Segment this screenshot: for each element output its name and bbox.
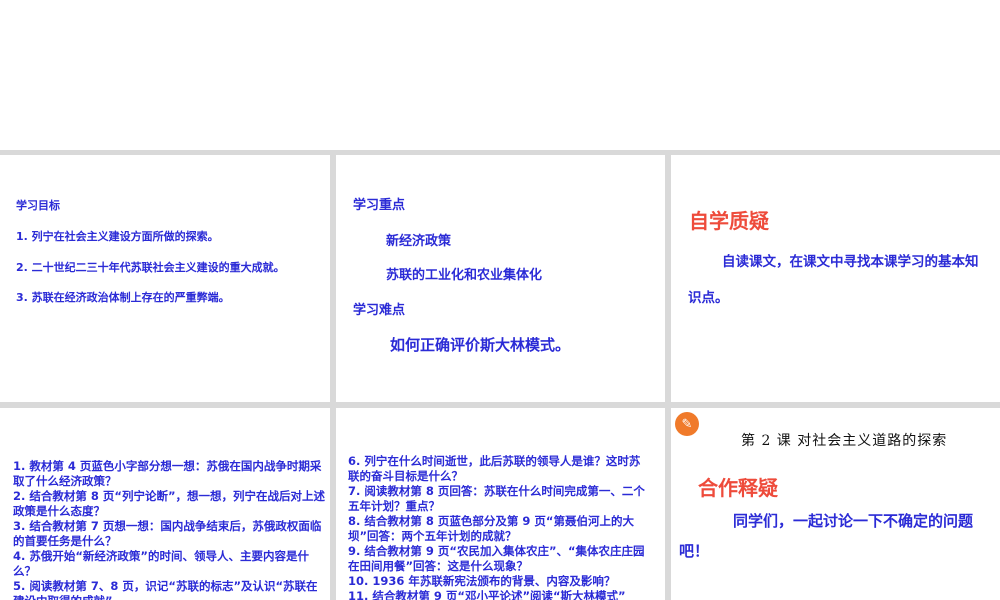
objectives-heading: 学习目标 xyxy=(16,199,60,212)
question-item: 2. 结合教材第 8 页“列宁论断”，想一想，列宁在战后对上述政策是什么态度？ xyxy=(13,489,325,518)
question-item: 6. 列宁在什么时间逝世，此后苏联的领导人是谁？这时苏联的奋斗目标是什么？ xyxy=(348,454,641,483)
question-item: 9. 结合教材第 9 页“农民加入集体农庄”、“集体农庄庄园在田间用餐”回答：这… xyxy=(348,544,645,573)
question-item: 7. 阅读教材第 8 页回答：苏联在什么时间完成第一、二个五年计划？重点？ xyxy=(348,484,645,513)
self-study-title: 自学质疑 xyxy=(689,209,769,233)
self-study-body: 自读课文，在课文中寻找本课学习的基本知识点。 xyxy=(688,254,979,306)
objective-item: 2. 二十世纪二三十年代苏联社会主义建设的重大成就。 xyxy=(16,261,285,274)
objective-item: 3. 苏联在经济政治体制上存在的严重弊端。 xyxy=(16,291,230,304)
objective-item: 1. 列宁在社会主义建设方面所做的探索。 xyxy=(16,230,219,243)
slide-self-study[interactable]: 自学质疑 自读课文，在课文中寻找本课学习的基本知识点。 xyxy=(671,155,1000,402)
question-item: 5. 阅读教材第 7、8 页，识记“苏联的标志”及认识“苏联在建设中取得的成就” xyxy=(13,579,318,600)
question-item: 4. 苏俄开始“新经济政策”的时间、领导人、主要内容是什么？ xyxy=(13,549,309,578)
slide-cooperation[interactable]: ✎ 第 2 课 对社会主义道路的探索 合作释疑 同学们，一起讨论一下不确定的问题… xyxy=(671,408,1000,600)
question-item: 8. 结合教材第 8 页蓝色部分及第 9 页“第聂伯河上的大坝”回答：两个五年计… xyxy=(348,514,634,543)
question-item: 1. 教材第 4 页蓝色小字部分想一想：苏俄在国内战争时期采取了什么经济政策？ xyxy=(13,459,322,488)
focus-item: 新经济政策 xyxy=(386,234,452,249)
focus-item: 苏联的工业化和农业集体化 xyxy=(386,268,543,283)
lesson-logo-icon: ✎ xyxy=(675,412,699,436)
slide-questions-1-5[interactable]: 1. 教材第 4 页蓝色小字部分想一想：苏俄在国内战争时期采取了什么经济政策？ … xyxy=(0,408,330,600)
difficulty-heading: 学习难点 xyxy=(353,303,406,318)
focus-heading: 学习重点 xyxy=(353,198,406,213)
slide-questions-6-11[interactable]: 6. 列宁在什么时间逝世，此后苏联的领导人是谁？这时苏联的奋斗目标是什么？ 7.… xyxy=(336,408,665,600)
cooperation-body: 同学们，一起讨论一下不确定的问题吧！ xyxy=(679,512,974,560)
lesson-title: 第 2 课 对社会主义道路的探索 xyxy=(741,433,948,449)
slide-key-points[interactable]: 学习重点 新经济政策 苏联的工业化和农业集体化 学习难点 如何正确评价斯大林模式… xyxy=(336,155,665,402)
cooperation-title: 合作释疑 xyxy=(698,476,778,500)
question-item: 10. 1936 年苏联新宪法颁布的背景、内容及影响？ xyxy=(348,574,616,588)
difficulty-item: 如何正确评价斯大林模式。 xyxy=(390,336,571,354)
question-item: 3. 结合教材第 7 页想一想：国内战争结束后，苏俄政权面临的首要任务是什么？ xyxy=(13,519,322,548)
slide-learning-objectives[interactable]: 学习目标 1. 列宁在社会主义建设方面所做的探索。 2. 二十世纪二三十年代苏联… xyxy=(0,155,330,402)
question-item: 11. 结合教材第 9 页“邓小平论述”阅读“斯大林模式” xyxy=(348,589,626,600)
